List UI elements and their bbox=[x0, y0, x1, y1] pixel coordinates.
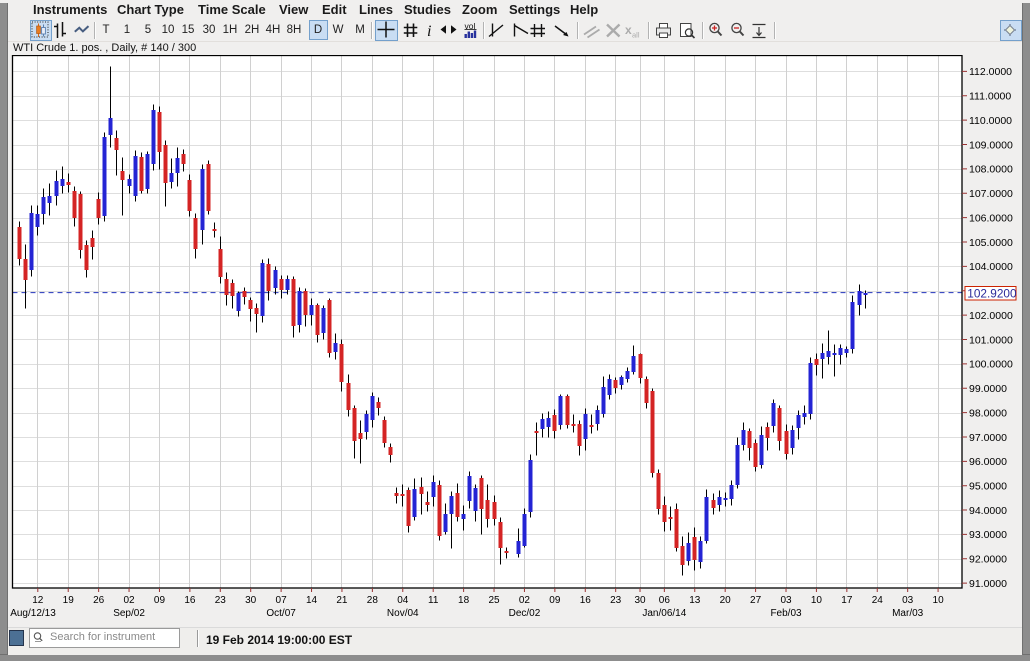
svg-text:18: 18 bbox=[458, 595, 470, 606]
svg-text:Oct/07: Oct/07 bbox=[266, 608, 296, 619]
svg-text:28: 28 bbox=[367, 595, 379, 606]
svg-text:07: 07 bbox=[276, 595, 288, 606]
svg-text:Nov/04: Nov/04 bbox=[387, 608, 419, 619]
svg-text:16: 16 bbox=[580, 595, 592, 606]
svg-text:105.0000: 105.0000 bbox=[969, 237, 1013, 249]
svg-text:110.0000: 110.0000 bbox=[969, 115, 1012, 127]
svg-text:92.0000: 92.0000 bbox=[969, 554, 1007, 566]
svg-text:25: 25 bbox=[488, 595, 500, 606]
svg-text:101.0000: 101.0000 bbox=[969, 334, 1013, 346]
svg-text:12: 12 bbox=[32, 595, 44, 606]
svg-text:30: 30 bbox=[634, 595, 646, 606]
svg-text:111.0000: 111.0000 bbox=[969, 91, 1011, 103]
svg-text:23: 23 bbox=[610, 595, 622, 606]
svg-text:06: 06 bbox=[659, 595, 671, 606]
svg-text:10: 10 bbox=[933, 595, 945, 606]
svg-text:04: 04 bbox=[397, 595, 409, 606]
svg-text:97.0000: 97.0000 bbox=[969, 432, 1007, 444]
svg-text:Mar/03: Mar/03 bbox=[892, 608, 924, 619]
svg-text:19: 19 bbox=[63, 595, 75, 606]
svg-text:03: 03 bbox=[780, 595, 792, 606]
svg-text:27: 27 bbox=[750, 595, 762, 606]
svg-text:Jan/06/14: Jan/06/14 bbox=[642, 608, 686, 619]
svg-text:106.0000: 106.0000 bbox=[969, 212, 1013, 224]
svg-text:Aug/12/13: Aug/12/13 bbox=[10, 608, 56, 619]
svg-text:14: 14 bbox=[306, 595, 318, 606]
svg-text:23: 23 bbox=[215, 595, 227, 606]
svg-text:09: 09 bbox=[549, 595, 561, 606]
svg-text:108.0000: 108.0000 bbox=[969, 164, 1013, 176]
svg-text:91.0000: 91.0000 bbox=[969, 578, 1007, 590]
svg-text:102.9200: 102.9200 bbox=[967, 286, 1017, 300]
svg-text:93.0000: 93.0000 bbox=[969, 529, 1007, 541]
svg-text:98.0000: 98.0000 bbox=[969, 407, 1007, 419]
svg-text:Dec/02: Dec/02 bbox=[509, 608, 541, 619]
svg-text:107.0000: 107.0000 bbox=[969, 188, 1013, 200]
svg-text:21: 21 bbox=[336, 595, 348, 606]
svg-text:02: 02 bbox=[123, 595, 135, 606]
svg-text:02: 02 bbox=[519, 595, 531, 606]
svg-text:104.0000: 104.0000 bbox=[969, 261, 1013, 273]
svg-text:100.0000: 100.0000 bbox=[969, 359, 1013, 371]
svg-text:x: x bbox=[625, 23, 632, 37]
svg-text:03: 03 bbox=[902, 595, 914, 606]
svg-text:96.0000: 96.0000 bbox=[969, 456, 1007, 468]
svg-text:26: 26 bbox=[93, 595, 105, 606]
svg-text:Sep/02: Sep/02 bbox=[113, 608, 145, 619]
svg-text:10: 10 bbox=[811, 595, 823, 606]
svg-text:Feb/03: Feb/03 bbox=[770, 608, 802, 619]
svg-text:102.0000: 102.0000 bbox=[969, 310, 1013, 322]
svg-text:112.0000: 112.0000 bbox=[969, 66, 1012, 78]
svg-text:30: 30 bbox=[245, 595, 257, 606]
svg-text:109.0000: 109.0000 bbox=[969, 139, 1013, 151]
svg-text:17: 17 bbox=[841, 595, 853, 606]
svg-text:16: 16 bbox=[184, 595, 196, 606]
svg-text:99.0000: 99.0000 bbox=[969, 383, 1007, 395]
svg-text:09: 09 bbox=[154, 595, 166, 606]
svg-text:i: i bbox=[427, 23, 431, 40]
svg-text:20: 20 bbox=[720, 595, 732, 606]
svg-text:24: 24 bbox=[872, 595, 884, 606]
svg-text:94.0000: 94.0000 bbox=[969, 505, 1007, 517]
svg-text:13: 13 bbox=[689, 595, 701, 606]
svg-text:95.0000: 95.0000 bbox=[969, 480, 1007, 492]
svg-text:11: 11 bbox=[428, 595, 439, 606]
svg-text:all: all bbox=[632, 31, 640, 40]
